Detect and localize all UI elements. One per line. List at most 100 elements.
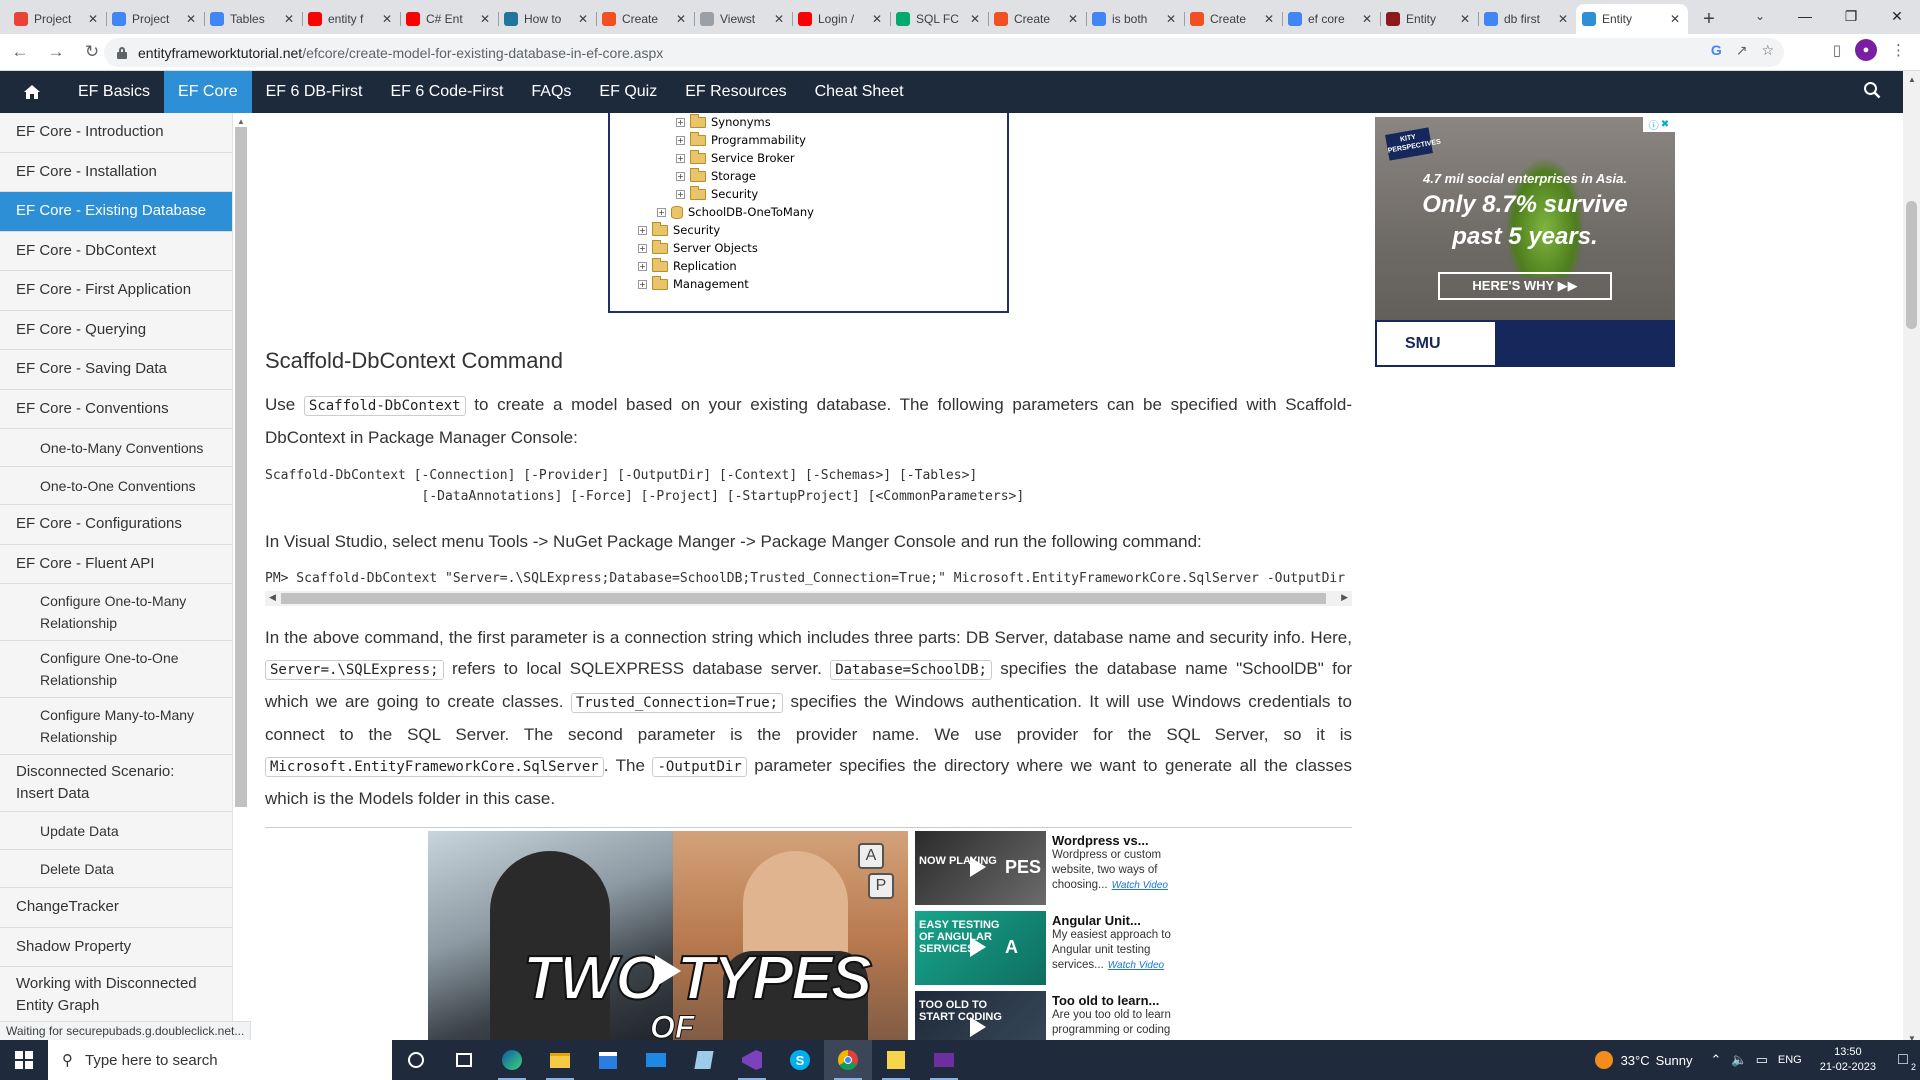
- code-scroll-thumb[interactable]: [281, 593, 1326, 604]
- nav-link[interactable]: EF 6 Code-First: [376, 71, 517, 113]
- scroll-up-arrow-icon[interactable]: ▲: [237, 117, 245, 126]
- speaker-icon[interactable]: 🔈: [1731, 1052, 1747, 1068]
- sidebar-item[interactable]: Configure One-to-Many Relationship: [0, 584, 232, 641]
- related-video-thumbnail[interactable]: NOW PLAYING PES: [915, 831, 1046, 905]
- skype-icon[interactable]: S: [776, 1040, 824, 1080]
- network-icon[interactable]: ▭: [1756, 1052, 1768, 1068]
- close-tab-icon[interactable]: ✕: [478, 12, 492, 26]
- forward-button[interactable]: →: [40, 36, 72, 68]
- menu-kebab-icon[interactable]: ⋮: [1891, 41, 1906, 59]
- browser-tab[interactable]: Project ✕: [106, 4, 204, 34]
- weather-temperature[interactable]: 33°C: [1621, 1053, 1650, 1068]
- sidebar-item[interactable]: EF Core - Conventions: [0, 390, 232, 429]
- scroll-right-arrow-icon[interactable]: ▶: [1341, 592, 1348, 603]
- browser-tab[interactable]: C# Ent ✕: [400, 4, 498, 34]
- browser-tab[interactable]: Project ✕: [8, 4, 106, 34]
- close-tab-icon[interactable]: ✕: [1262, 12, 1276, 26]
- page-scroll-thumb[interactable]: [1906, 201, 1917, 329]
- browser-tab[interactable]: Create ✕: [1184, 4, 1282, 34]
- language-indicator[interactable]: ENG: [1778, 1054, 1802, 1066]
- weather-condition[interactable]: Sunny: [1656, 1053, 1693, 1068]
- related-video-info[interactable]: Wordpress vs... Wordpress or custom websi…: [1052, 833, 1192, 893]
- sidebar-item[interactable]: EF Core - First Application: [0, 271, 232, 311]
- sidebar-item[interactable]: Disconnected Scenario: Insert Data: [0, 755, 232, 812]
- nav-link[interactable]: EF Basics: [64, 71, 164, 113]
- sidebar-item[interactable]: EF Core - Fluent API: [0, 545, 232, 584]
- store-icon[interactable]: [584, 1040, 632, 1080]
- related-video-info[interactable]: Too old to learn... Are you too old to le…: [1052, 993, 1192, 1038]
- scroll-left-arrow-icon[interactable]: ◀: [269, 592, 276, 603]
- media-app-icon[interactable]: [920, 1040, 968, 1080]
- browser-tab[interactable]: How to ✕: [498, 4, 596, 34]
- related-video-title[interactable]: Wordpress vs...: [1052, 833, 1192, 848]
- sidebar-scroll-thumb[interactable]: [235, 127, 247, 807]
- sticky-notes-icon[interactable]: [872, 1040, 920, 1080]
- nav-link[interactable]: EF 6 DB-First: [252, 71, 377, 113]
- sidebar-item[interactable]: EF Core - Querying: [0, 311, 232, 350]
- tab-search-icon[interactable]: ⌄: [1748, 4, 1772, 28]
- back-button[interactable]: ←: [4, 36, 36, 68]
- scroll-up-arrow-icon[interactable]: ▲: [1908, 75, 1916, 84]
- related-video-thumbnail[interactable]: EASY TESTING OF ANGULAR SERVICES A: [915, 911, 1046, 985]
- adchoices-icon[interactable]: ⓘ ✖: [1643, 117, 1675, 132]
- browser-tab[interactable]: Entity ✕: [1380, 4, 1478, 34]
- close-tab-icon[interactable]: ✕: [576, 12, 590, 26]
- sidebar-item[interactable]: ChangeTracker: [0, 888, 232, 928]
- sidebar-item[interactable]: EF Core - Introduction: [0, 113, 232, 153]
- video-player[interactable]: A P TWO TYPES OF: [428, 831, 908, 1047]
- close-tab-icon[interactable]: ✕: [86, 12, 100, 26]
- sidebar-item[interactable]: EF Core - DbContext: [0, 232, 232, 271]
- watch-video-link[interactable]: Watch Video: [1108, 960, 1164, 971]
- sidebar-item[interactable]: EF Core - Configurations: [0, 505, 232, 545]
- taskbar-clock[interactable]: 13:50 21-02-2023: [1820, 1045, 1876, 1075]
- close-tab-icon[interactable]: ✕: [282, 12, 296, 26]
- edge-icon[interactable]: [488, 1040, 536, 1080]
- close-tab-icon[interactable]: ✕: [1164, 12, 1178, 26]
- sidebar-item[interactable]: EF Core - Existing Database: [0, 192, 232, 232]
- nav-link[interactable]: Cheat Sheet: [801, 71, 918, 113]
- close-tab-icon[interactable]: ✕: [1668, 12, 1682, 26]
- close-tab-icon[interactable]: ✕: [870, 12, 884, 26]
- sidebar-item[interactable]: EF Core - Saving Data: [0, 350, 232, 390]
- browser-tab[interactable]: Entity ✕: [1576, 4, 1688, 34]
- browser-tab[interactable]: Login / ✕: [792, 4, 890, 34]
- sidebar-scrollbar[interactable]: ▲: [235, 117, 247, 807]
- browser-tab[interactable]: Tables ✕: [204, 4, 302, 34]
- browser-tab[interactable]: db first ✕: [1478, 4, 1576, 34]
- close-tab-icon[interactable]: ✕: [1066, 12, 1080, 26]
- mail-icon[interactable]: [632, 1040, 680, 1080]
- related-video-info[interactable]: Angular Unit... My easiest approach to An…: [1052, 913, 1192, 973]
- sidebar-item[interactable]: Configure Many-to-Many Relationship: [0, 698, 232, 755]
- google-lens-icon[interactable]: G: [1711, 42, 1722, 59]
- visual-studio-icon[interactable]: [728, 1040, 776, 1080]
- sidebar-item[interactable]: Update Data: [0, 812, 232, 850]
- close-tab-icon[interactable]: ✕: [772, 12, 786, 26]
- restore-button[interactable]: ❐: [1828, 0, 1874, 32]
- close-tab-icon[interactable]: ✕: [1360, 12, 1374, 26]
- windows-start-icon[interactable]: [0, 1040, 48, 1080]
- browser-tab[interactable]: is both ✕: [1086, 4, 1184, 34]
- advertisement-banner[interactable]: KITY PERSPECTIVES ⓘ ✖ 4.7 mil social ente…: [1375, 117, 1675, 367]
- related-video-title[interactable]: Angular Unit...: [1052, 913, 1192, 928]
- profile-avatar[interactable]: ●: [1855, 39, 1877, 61]
- search-icon[interactable]: [1863, 81, 1883, 101]
- minimize-button[interactable]: —: [1782, 0, 1828, 32]
- related-video-title[interactable]: Too old to learn...: [1052, 993, 1192, 1008]
- sidebar-item[interactable]: Delete Data: [0, 850, 232, 888]
- side-panel-icon[interactable]: ▯: [1833, 41, 1841, 59]
- notification-center[interactable]: □ 2: [1886, 1040, 1920, 1080]
- close-tab-icon[interactable]: ✕: [968, 12, 982, 26]
- related-video-thumbnail[interactable]: TOO OLD TO START CODING: [915, 991, 1046, 1047]
- nav-link[interactable]: EF Quiz: [585, 71, 671, 113]
- sidebar-item[interactable]: One-to-One Conventions: [0, 467, 232, 505]
- taskbar-search-box[interactable]: ⚲ Type here to search: [48, 1040, 392, 1080]
- sidebar-item[interactable]: EF Core - Installation: [0, 153, 232, 192]
- chrome-icon[interactable]: [824, 1040, 872, 1080]
- cortana-icon[interactable]: [392, 1040, 440, 1080]
- close-tab-icon[interactable]: ✕: [674, 12, 688, 26]
- close-tab-icon[interactable]: ✕: [380, 12, 394, 26]
- notepad-icon[interactable]: [680, 1040, 728, 1080]
- home-icon[interactable]: [0, 71, 64, 113]
- play-icon[interactable]: [655, 955, 681, 987]
- file-explorer-icon[interactable]: [536, 1040, 584, 1080]
